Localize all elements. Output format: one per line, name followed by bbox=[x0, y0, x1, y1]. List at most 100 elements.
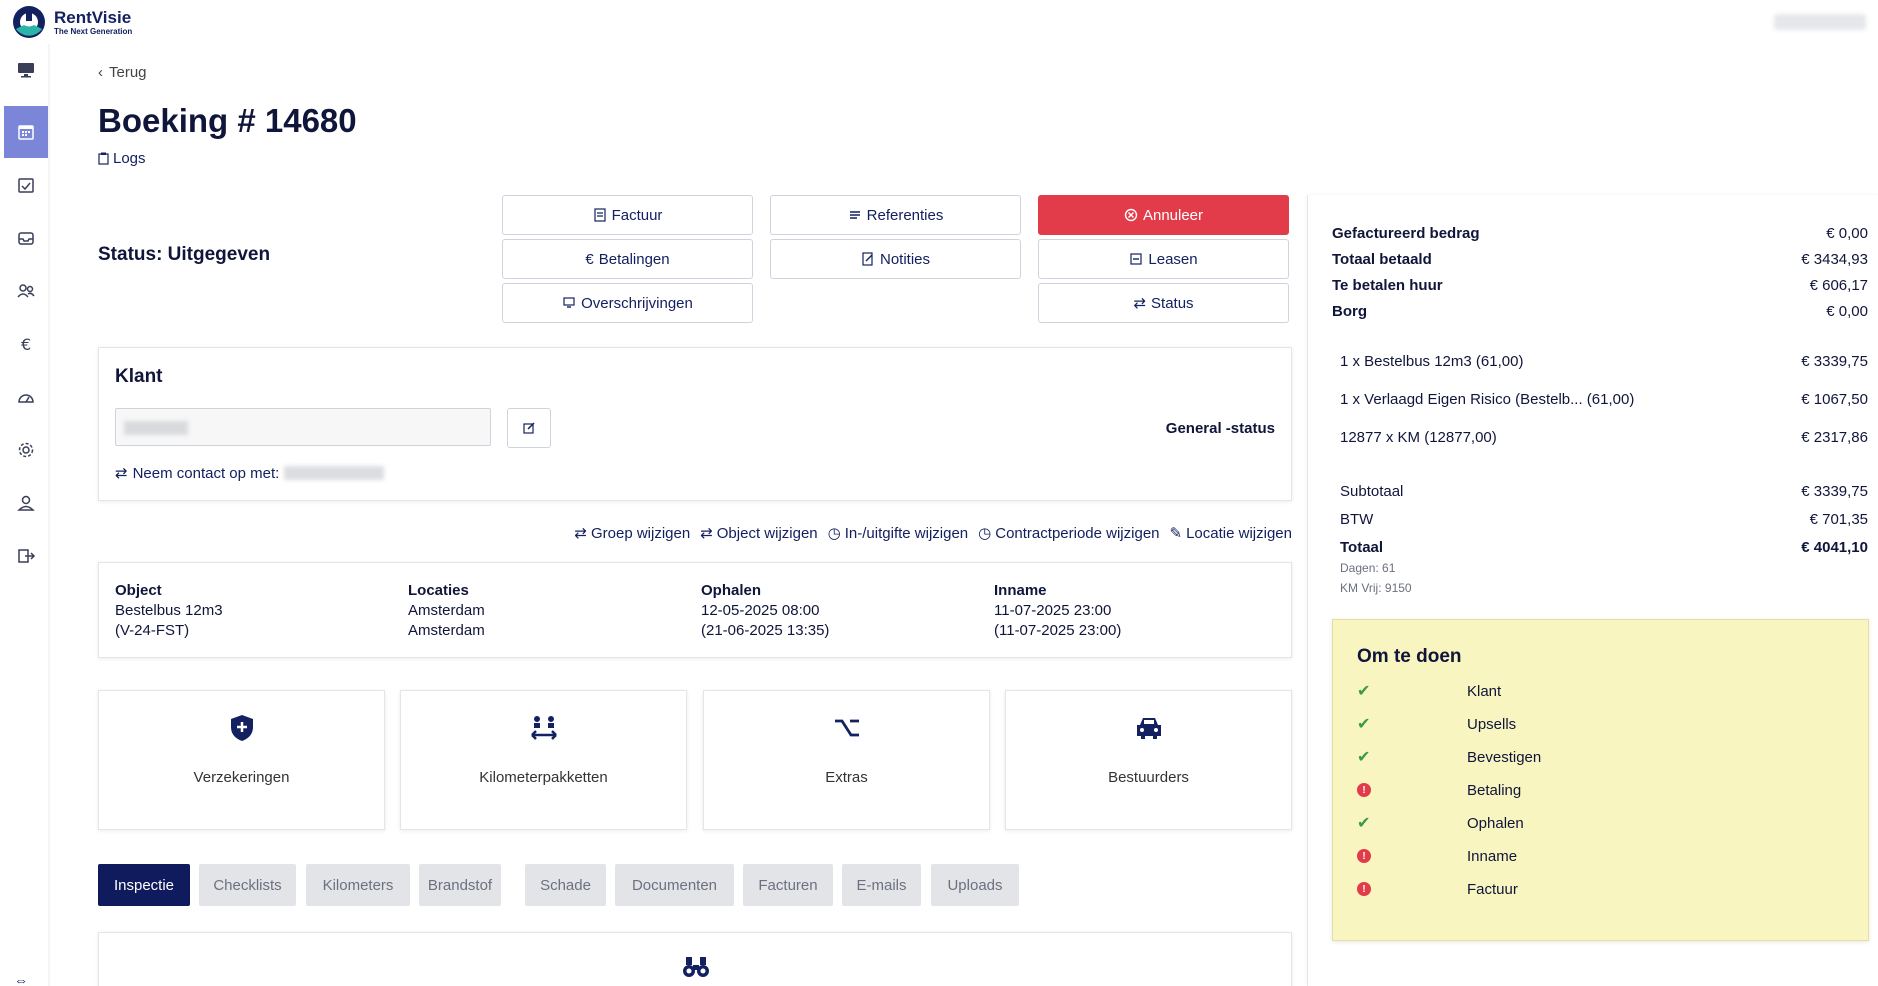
check-icon: ✔ bbox=[1357, 716, 1371, 733]
option-icon bbox=[832, 713, 862, 743]
tile-extras[interactable]: Extras bbox=[703, 690, 990, 830]
todo-item-klant: ✔ Klant bbox=[1357, 682, 1502, 701]
calendar-check-icon bbox=[18, 178, 34, 193]
sidebar-item-customers[interactable] bbox=[4, 265, 48, 317]
swap-arrows-icon: ⇄ bbox=[574, 525, 587, 542]
tab-checklists[interactable]: Checklists bbox=[199, 864, 296, 906]
sidebar-expand-icon[interactable]: ⇔ bbox=[14, 972, 28, 986]
todo-title: Om te doen bbox=[1357, 646, 1462, 667]
top-bar: RentVisie The Next Generation bbox=[0, 0, 1878, 44]
notities-button[interactable]: Notities bbox=[770, 239, 1021, 279]
logo-icon bbox=[10, 3, 48, 41]
logs-link[interactable]: Logs bbox=[98, 150, 146, 167]
klant-card: Klant General -status ⇄ Neem contact op … bbox=[98, 347, 1292, 501]
todo-item-betaling: ! Betaling bbox=[1357, 781, 1521, 799]
klant-input[interactable] bbox=[115, 408, 491, 446]
info-inname: Inname 11-07-2025 23:00 (11-07-2025 23:0… bbox=[994, 582, 1122, 639]
booking-info-card: Object Bestelbus 12m3 (V-24-FST) Locatie… bbox=[98, 562, 1292, 658]
info-ophalen: Ophalen 12-05-2025 08:00 (21-06-2025 13:… bbox=[701, 582, 830, 639]
summary-dagen: Dagen: 61 bbox=[1340, 561, 1396, 575]
general-status: General -status bbox=[1165, 420, 1275, 437]
summary-km-vrij: KM Vrij: 9150 bbox=[1340, 581, 1412, 595]
todo-item-inname: ! Inname bbox=[1357, 847, 1517, 865]
summary-line: 1 x Verlaagd Eigen Risico (Bestelb... (6… bbox=[1340, 391, 1868, 408]
todo-item-upsells: ✔ Upsells bbox=[1357, 715, 1517, 734]
main-content: ‹ Terug Boeking # 14680 Logs Status: Uit… bbox=[50, 44, 1878, 986]
tab-emails[interactable]: E-mails bbox=[842, 864, 921, 906]
summary-line: 1 x Bestelbus 12m3 (61,00) € 3339,75 bbox=[1340, 353, 1868, 370]
sidebar-item-bookings[interactable] bbox=[4, 106, 48, 158]
brand-name: RentVisie bbox=[54, 7, 132, 27]
betalingen-button[interactable]: € Betalingen bbox=[502, 239, 753, 279]
tab-inspectie[interactable]: Inspectie bbox=[98, 864, 190, 906]
todo-item-factuur: ! Factuur bbox=[1357, 880, 1518, 898]
tab-brandstof[interactable]: Brandstof bbox=[419, 864, 501, 906]
tab-documenten[interactable]: Documenten bbox=[615, 864, 734, 906]
contractperiode-wijzigen-link[interactable]: ◷ Contractperiode wijzigen bbox=[978, 524, 1159, 543]
page-title: Boeking # 14680 bbox=[98, 102, 357, 139]
leasen-button[interactable]: Leasen bbox=[1038, 239, 1289, 279]
klant-title: Klant bbox=[115, 366, 163, 387]
status-button[interactable]: ⇄ Status bbox=[1038, 283, 1289, 323]
change-links: ⇄ Groep wijzigen ⇄ Object wijzigen ◷ In-/ui… bbox=[574, 524, 1292, 543]
tab-facturen[interactable]: Facturen bbox=[743, 864, 833, 906]
arrows-people-icon bbox=[529, 713, 559, 743]
sidebar-item-inbox[interactable] bbox=[4, 212, 48, 264]
inspection-panel bbox=[98, 932, 1292, 986]
overschrijvingen-button[interactable]: Overschrijvingen bbox=[502, 283, 753, 323]
summary-panel: Gefactureerd bedrag € 0,00 Totaal betaald… bbox=[1307, 195, 1878, 986]
logout-icon bbox=[18, 549, 36, 563]
svg-text:€: € bbox=[21, 335, 31, 354]
sidebar-item-settings[interactable] bbox=[4, 424, 48, 476]
check-icon: ✔ bbox=[1357, 815, 1371, 832]
transfer-icon bbox=[563, 297, 575, 308]
todo-item-ophalen: ✔ Ophalen bbox=[1357, 814, 1524, 833]
sidebar-item-finance[interactable]: € bbox=[4, 318, 48, 370]
locatie-wijzigen-link[interactable]: ✎ Locatie wijzigen bbox=[1169, 524, 1292, 543]
swap-arrows-icon: ⇄ bbox=[1133, 295, 1147, 312]
info-object: Object Bestelbus 12m3 (V-24-FST) bbox=[115, 582, 223, 639]
tile-verzekeringen[interactable]: Verzekeringen bbox=[98, 690, 385, 830]
tab-kilometers[interactable]: Kilometers bbox=[306, 864, 410, 906]
tab-uploads[interactable]: Uploads bbox=[931, 864, 1019, 906]
brand-tagline: The Next Generation bbox=[54, 26, 133, 36]
annuleer-button[interactable]: Annuleer bbox=[1038, 195, 1289, 235]
contact-link[interactable]: ⇄ Neem contact op met: bbox=[115, 464, 385, 482]
cancel-circle-icon bbox=[1124, 208, 1138, 222]
sidebar-item-reports[interactable] bbox=[4, 371, 48, 423]
tab-schade[interactable]: Schade bbox=[525, 864, 606, 906]
object-wijzigen-link[interactable]: ⇄ Object wijzigen bbox=[700, 524, 817, 543]
check-icon: ✔ bbox=[1357, 683, 1371, 700]
inbox-icon bbox=[18, 232, 34, 245]
contact-value bbox=[284, 466, 385, 480]
swap-arrows-icon: ⇄ bbox=[700, 525, 713, 542]
lease-icon bbox=[1130, 253, 1142, 265]
groep-wijzigen-link[interactable]: ⇄ Groep wijzigen bbox=[574, 524, 690, 543]
note-edit-icon bbox=[862, 252, 873, 266]
uitgifte-wijzigen-link[interactable]: ◷ In-/uitgifte wijzigen bbox=[828, 524, 969, 543]
summary-te-betalen: Te betalen huur € 606,17 bbox=[1332, 277, 1868, 294]
summary-gefactureerd: Gefactureerd bedrag € 0,00 bbox=[1332, 225, 1868, 242]
summary-subtotaal: Subtotaal € 3339,75 bbox=[1340, 483, 1868, 500]
sidebar-item-planning[interactable] bbox=[4, 159, 48, 211]
chevron-left-icon: ‹ bbox=[98, 64, 103, 81]
car-icon bbox=[1134, 713, 1164, 743]
referenties-button[interactable]: Referenties bbox=[770, 195, 1021, 235]
sidebar-item-logout[interactable] bbox=[4, 530, 48, 582]
edit-klant-button[interactable] bbox=[507, 408, 551, 448]
todo-card: Om te doen ✔ Klant ✔ Upsells ✔ Bevestigen !… bbox=[1332, 619, 1869, 941]
brand-logo[interactable]: RentVisie The Next Generation bbox=[10, 3, 132, 41]
summary-totaal: Totaal € 4041,10 bbox=[1340, 539, 1868, 556]
user-menu[interactable] bbox=[1774, 14, 1866, 30]
alert-icon: ! bbox=[1357, 849, 1371, 863]
euro-icon: € bbox=[21, 335, 31, 354]
tile-bestuurders[interactable]: Bestuurders bbox=[1005, 690, 1292, 830]
tile-kilometerpakketten[interactable]: Kilometerpakketten bbox=[400, 690, 687, 830]
factuur-button[interactable]: Factuur bbox=[502, 195, 753, 235]
invoice-icon bbox=[593, 208, 606, 222]
sidebar-item-dashboard[interactable] bbox=[4, 44, 48, 96]
sidebar-item-profile[interactable] bbox=[4, 477, 48, 529]
euro-icon: € bbox=[585, 250, 594, 268]
edit-icon: ✎ bbox=[1169, 525, 1183, 542]
back-link[interactable]: ‹ Terug bbox=[98, 64, 147, 81]
